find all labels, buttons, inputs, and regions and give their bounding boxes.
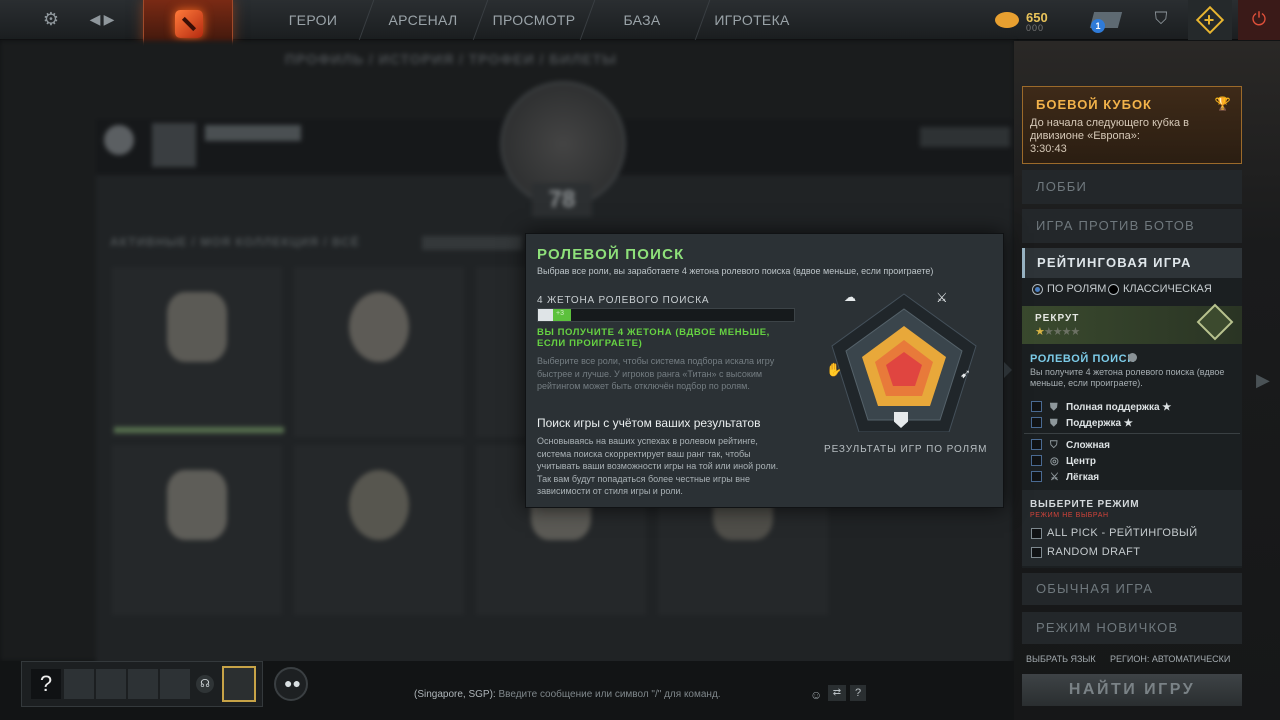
battle-cup-timer: 3:30:43 [1030,143,1067,155]
chat-server: (Singapore, SGP): [414,689,496,700]
rank-name: РЕКРУТ [1035,313,1080,324]
armory-icon[interactable]: ⛉ [1150,8,1172,30]
select-mode-title: ВЫБЕРИТЕ РЕЖИМ [1030,499,1140,510]
nav-watch[interactable]: ПРОСМОТР [492,0,576,40]
dota-logo-icon [175,10,203,38]
question-icon[interactable]: ? [31,669,61,699]
tokens-reward-text: ВЫ ПОЛУЧИТЕ 4 ЖЕТОНА (ВДВОЕ МЕНЬШЕ, ЕСЛИ… [537,327,770,349]
mid-checkbox[interactable] [1031,455,1042,466]
results-search-text: Основываясь на ваших успехах в ролевом р… [537,436,779,496]
random-draft-checkbox[interactable] [1031,547,1042,558]
bots-button[interactable]: ИГРА ПРОТИВ БОТОВ [1022,209,1242,243]
right-chevron-icon[interactable]: ▶ [1256,370,1270,391]
battle-cup-banner[interactable]: БОЕВОЙ КУБОК 🏆 До начала следующего кубк… [1022,86,1242,164]
trophy-filters: АКТИВНЫЕ / МОЯ КОЛЛЕКЦИЯ / ВСЁ [110,235,360,249]
party-finder-button[interactable]: ●● [274,667,308,701]
support-checkbox[interactable] [1031,417,1042,428]
profile-breadcrumb: ПРОФИЛЬ / ИСТОРИЯ / ТРОФЕИ / БИЛЕТЫ [285,51,617,67]
role-search-title: РОЛЕВОЙ ПОИСК [1030,353,1135,365]
nav-knowledge-base[interactable]: БАЗА ЗНАНИЙ [594,0,690,68]
role-radar-chart [831,293,977,432]
by-roles-radio[interactable] [1032,284,1043,295]
tokens-label: 4 ЖЕТОНА РОЛЕВОГО ПОИСКА [537,295,710,306]
role-search-hint: Выберите все роли, чтобы система подбора… [537,356,775,391]
mode-warning: РЕЖИМ НЕ ВЫБРАН [1030,512,1109,519]
support-label: Поддержка ★ [1066,418,1133,429]
send-icon[interactable]: ⇄ [828,685,846,701]
info-icon[interactable] [1128,353,1137,362]
chat-placeholder: Введите сообщение или символ "/" для ком… [498,689,721,700]
party-slot[interactable] [160,669,190,699]
recruit-medal-icon [1196,303,1234,341]
hard-support-label: Полная поддержка ★ [1066,402,1172,413]
medal-number: 78 [532,183,592,217]
ranked-game-header[interactable]: РЕЙТИНГОВАЯ ИГРА [1022,248,1242,278]
party-slot[interactable] [64,669,94,699]
headset-icon[interactable]: ☊ [196,675,214,693]
party-slot[interactable] [96,669,126,699]
battle-cup-description: До начала следующего кубка в дивизионе «… [1030,117,1190,142]
find-game-button[interactable]: НАЙТИ ИГРУ [1022,674,1242,706]
hard-support-icon: ☁ [844,290,856,304]
classic-label[interactable]: КЛАССИЧЕСКАЯ [1123,283,1212,295]
safe-lane-label: Лёгкая [1066,472,1100,483]
help-icon[interactable]: ? [850,685,866,701]
bow-icon: ➹ [960,366,971,381]
safe-lane-checkbox[interactable] [1031,471,1042,482]
newbie-mode-button[interactable]: РЕЖИМ НОВИЧКОВ [1022,612,1242,644]
emoji-icon[interactable]: ☺ [810,688,822,702]
rank-icon [104,125,134,155]
lobby-button[interactable]: ЛОББИ [1022,170,1242,204]
mid-label: Центр [1066,456,1097,467]
all-pick-label: ALL PICK - РЕЙТИНГОВЫЙ [1047,527,1198,539]
rank-recruit: РЕКРУТ ★★★★★ [1022,303,1242,344]
nav-game-library[interactable]: ИГРОТЕКА [712,0,792,40]
region-link[interactable]: РЕГИОН: АВТОМАТИЧЕСКИ [1110,654,1230,664]
offlane-label: Сложная [1066,440,1110,451]
gear-icon[interactable]: ⚙ [40,8,62,30]
notification-badge: 1 [1091,19,1105,33]
normal-game-button[interactable]: ОБЫЧНАЯ ИГРА [1022,573,1242,605]
role-search-tooltip: РОЛЕВОЙ ПОИСК Выбрав все роли, вы зарабо… [525,233,1012,508]
rank-emblem[interactable] [222,666,256,702]
trophy-icon: 🏆 [1214,96,1231,111]
hard-support-checkbox[interactable] [1031,401,1042,412]
avatar [152,123,196,167]
offlane-checkbox[interactable] [1031,439,1042,450]
radar-chart-label: РЕЗУЛЬТАТЫ ИГР ПО РОЛЯМ [824,444,988,455]
shards-icon [995,12,1019,28]
classic-radio[interactable] [1108,284,1119,295]
rank-stars: ★★★★★ [1035,326,1080,338]
tooltip-subtitle: Выбрав все роли, вы заработаете 4 жетона… [537,266,934,276]
power-icon[interactable]: ⏻ [1248,8,1270,30]
people-icon: ●● [284,675,301,691]
nav-arsenal[interactable]: АРСЕНАЛ [384,0,462,40]
random-draft-label: RANDOM DRAFT [1047,546,1141,558]
tokens-progress-bar: +3 [537,308,795,322]
by-roles-label[interactable]: ПО РОЛЯМ [1047,283,1106,295]
support-icon: ✋ [826,362,843,377]
party-slot[interactable] [128,669,158,699]
chat-input[interactable]: (Singapore, SGP): Введите сообщение или … [414,689,721,700]
all-pick-checkbox[interactable] [1031,528,1042,539]
nav-heroes[interactable]: ГЕРОИ [276,0,350,40]
sword-icon: ⚔ [936,290,948,305]
tokens-gain: +3 [556,310,564,317]
party-panel: ? ☊ [21,661,263,707]
results-search-heading: Поиск игры с учётом ваших результатов [537,416,761,430]
top-bar: ⚙ ◀ ▶ ГЕРОИ АРСЕНАЛ ПРОСМОТР БАЗА ЗНАНИЙ… [0,0,1280,68]
role-search-desc: Вы получите 4 жетона ролевого поиска (вд… [1030,367,1225,388]
tooltip-title: РОЛЕВОЙ ПОИСК [537,246,685,263]
shards-sub: 000 [1026,23,1045,33]
select-language-link[interactable]: ВЫБРАТЬ ЯЗЫК [1026,654,1096,664]
forward-arrow-icon[interactable]: ▶ [98,8,120,30]
battle-cup-title: БОЕВОЙ КУБОК [1036,97,1152,112]
